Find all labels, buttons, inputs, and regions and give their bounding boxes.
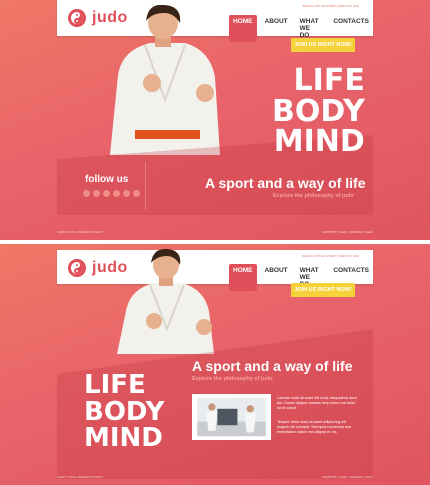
headline-body: BODY [84,396,165,427]
yin-yang-icon [68,9,86,27]
slogan: A sport and a way of life [205,175,366,191]
pinterest-icon[interactable] [103,190,110,197]
nav-about[interactable]: ABOUT [261,15,292,42]
headline-mind: MIND [273,124,365,160]
divider [145,162,146,210]
slogan-subtitle[interactable]: Explore the philosophy of judo [192,376,273,382]
headline-body: BODY [272,93,365,129]
footer-links[interactable]: SUPPORT | FAQS | SITEMAP | HELP [322,230,373,234]
headline-mind: MIND [84,423,163,454]
homepage-preview-2: judo SIGN IN | MY ACCOUNT | SIGN UP | FA… [0,244,430,485]
join-us-button[interactable]: JOIN US RIGHT NOW! [291,283,355,297]
footer-links[interactable]: SUPPORT | FAQS | SITEMAP | HELP [322,475,373,479]
skype-icon[interactable] [113,190,120,197]
rss-icon[interactable] [133,190,140,197]
training-photo[interactable] [192,394,271,440]
nav-home[interactable]: HOME [229,264,257,291]
judoka-image [117,249,214,354]
footer-copyright[interactable]: JUDO © 2013 • PRIVACY POLICY [57,230,103,234]
headline-life: LIFE [293,63,365,98]
footer: JUDO © 2013 • PRIVACY POLICY SUPPORT | F… [57,475,373,479]
paragraph-1: Loboda nulla sit amet elit ra tis ulequa… [277,396,357,410]
nav-home[interactable]: HOME [229,15,257,42]
linkedin-icon[interactable] [123,190,130,197]
account-links[interactable]: SIGN IN | MY ACCOUNT | SIGN UP | FAQ [302,254,359,258]
slogan-subtitle[interactable]: Explore the philosophy of judo [273,193,354,199]
facebook-icon[interactable] [83,190,90,197]
social-icons [83,190,140,197]
follow-us-title: follow us [85,174,129,185]
join-us-button[interactable]: JOIN US RIGHT NOW! [291,38,355,52]
homepage-preview-1: judo SIGN IN | MY ACCOUNT | SIGN UP | FA… [0,0,430,240]
yin-yang-icon [68,259,86,277]
hero-headline: LIFE BODY MIND [84,372,164,452]
google-icon[interactable] [93,190,100,197]
account-links[interactable]: SIGN IN | MY ACCOUNT | SIGN UP | FAQ [302,4,359,8]
headline-life: LIFE [84,370,146,400]
nav-about[interactable]: ABOUT [261,264,292,291]
footer: JUDO © 2013 • PRIVACY POLICY SUPPORT | F… [57,230,373,234]
judoka-image [110,5,220,155]
paragraph-2: Tempor dolor wasi sit amet adipiscing el… [277,420,352,434]
hero-headline: LIFE BODY MIND [272,63,365,160]
slogan: A sport and a way of life [192,358,353,374]
footer-copyright[interactable]: JUDO © 2013 • PRIVACY POLICY [57,475,103,479]
